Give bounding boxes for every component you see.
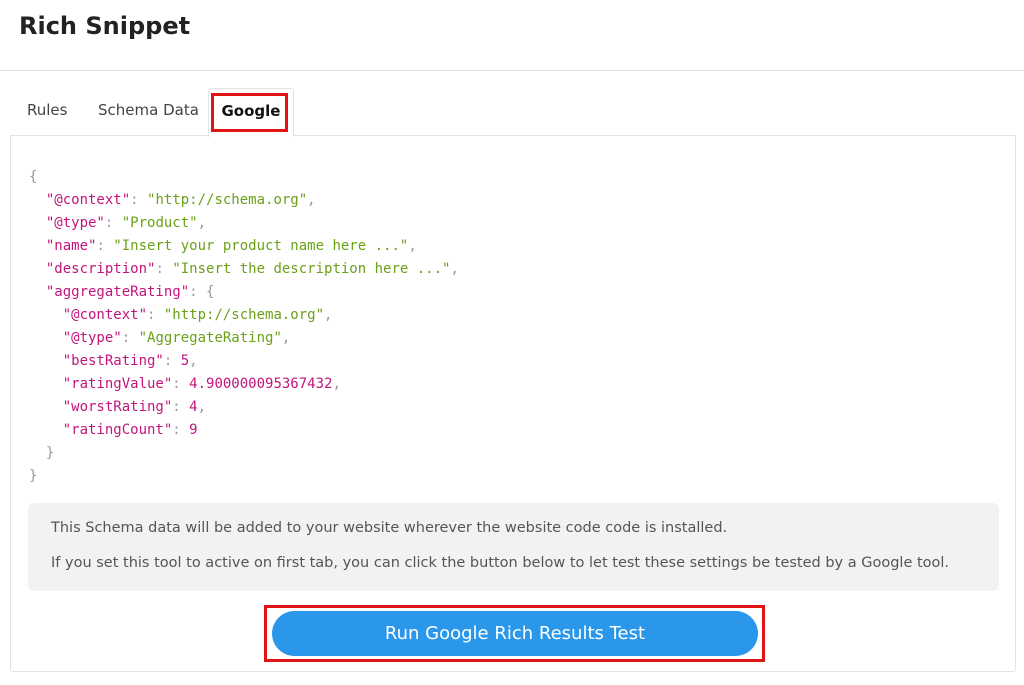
info-text-test: If you set this tool to active on first … xyxy=(51,555,950,571)
info-text-install: This Schema data will be added to your w… xyxy=(51,520,728,536)
tab-rules[interactable]: Rules xyxy=(27,88,67,134)
highlight-box-button: Run Google Rich Results Test xyxy=(264,605,765,662)
run-google-rich-results-test-button[interactable]: Run Google Rich Results Test xyxy=(272,611,758,656)
page-title: Rich Snippet xyxy=(19,12,191,40)
highlight-box-tab xyxy=(211,93,288,132)
info-box: This Schema data will be added to your w… xyxy=(28,503,999,591)
schema-json-code: { "@context": "http://schema.org", "@typ… xyxy=(29,169,459,484)
page-header: Rich Snippet xyxy=(0,0,1024,71)
tab-panel-google: { "@context": "http://schema.org", "@typ… xyxy=(10,135,1016,672)
tab-google[interactable]: Google xyxy=(208,88,294,137)
tab-schema-data[interactable]: Schema Data xyxy=(98,88,199,134)
